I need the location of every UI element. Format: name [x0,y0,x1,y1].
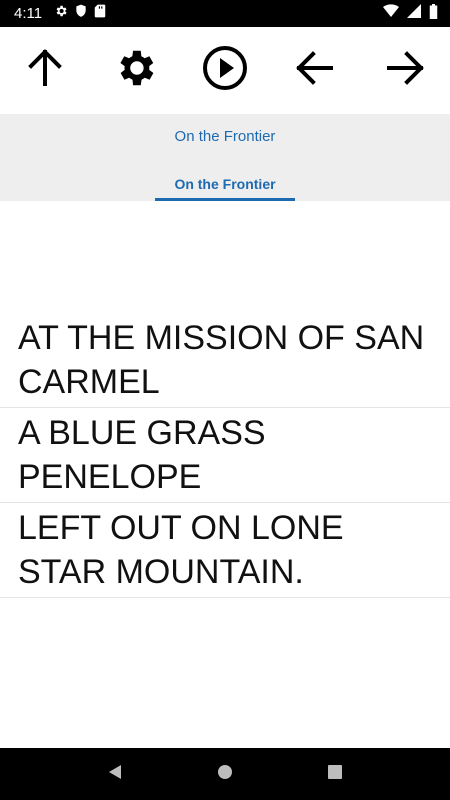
chapter-item[interactable]: A BLUE GRASS PENELOPE [0,408,450,503]
arrow-left-icon [295,48,335,93]
chapter-label: A BLUE GRASS PENELOPE [18,414,266,496]
status-time: 4:11 [14,5,43,22]
shield-icon [75,4,87,23]
header-band: On the Frontier On the Frontier [0,114,450,201]
signal-icon [407,4,421,23]
app-window: On the Frontier On the Frontier AT THE M… [0,27,450,748]
arrow-up-icon [25,48,65,93]
square-recents-icon [327,764,343,785]
nav-home-button[interactable] [205,754,245,794]
toolbar [0,27,450,114]
nav-recents-button[interactable] [315,754,355,794]
wifi-icon [383,4,399,23]
chapter-label: LEFT OUT ON LONE STAR MOUNTAIN. [18,509,344,591]
settings-button[interactable] [105,41,165,101]
circle-home-icon [216,763,234,786]
book-title: On the Frontier [174,128,276,145]
chapter-list: AT THE MISSION OF SAN CARMEL A BLUE GRAS… [0,313,450,598]
forward-button[interactable] [375,41,435,101]
chapter-item[interactable]: AT THE MISSION OF SAN CARMEL [0,313,450,408]
play-button[interactable] [195,41,255,101]
gear-icon [54,4,68,23]
status-icons-left [54,4,106,23]
gear-icon [112,45,158,96]
nav-back-button[interactable] [95,754,135,794]
play-icon [202,45,248,96]
sdcard-icon [94,4,106,23]
status-icons-right [383,0,438,27]
chapter-label: AT THE MISSION OF SAN CARMEL [18,319,425,401]
chapter-item[interactable]: LEFT OUT ON LONE STAR MOUNTAIN. [0,503,450,598]
back-button[interactable] [285,41,345,101]
system-nav-bar [0,748,450,800]
tab-contents[interactable]: On the Frontier [155,176,295,192]
arrow-right-icon [385,48,425,93]
battery-icon [429,3,438,24]
status-bar: 4:11 [0,0,450,27]
tab-indicator [155,198,295,201]
triangle-back-icon [106,763,124,786]
up-button[interactable] [15,41,75,101]
